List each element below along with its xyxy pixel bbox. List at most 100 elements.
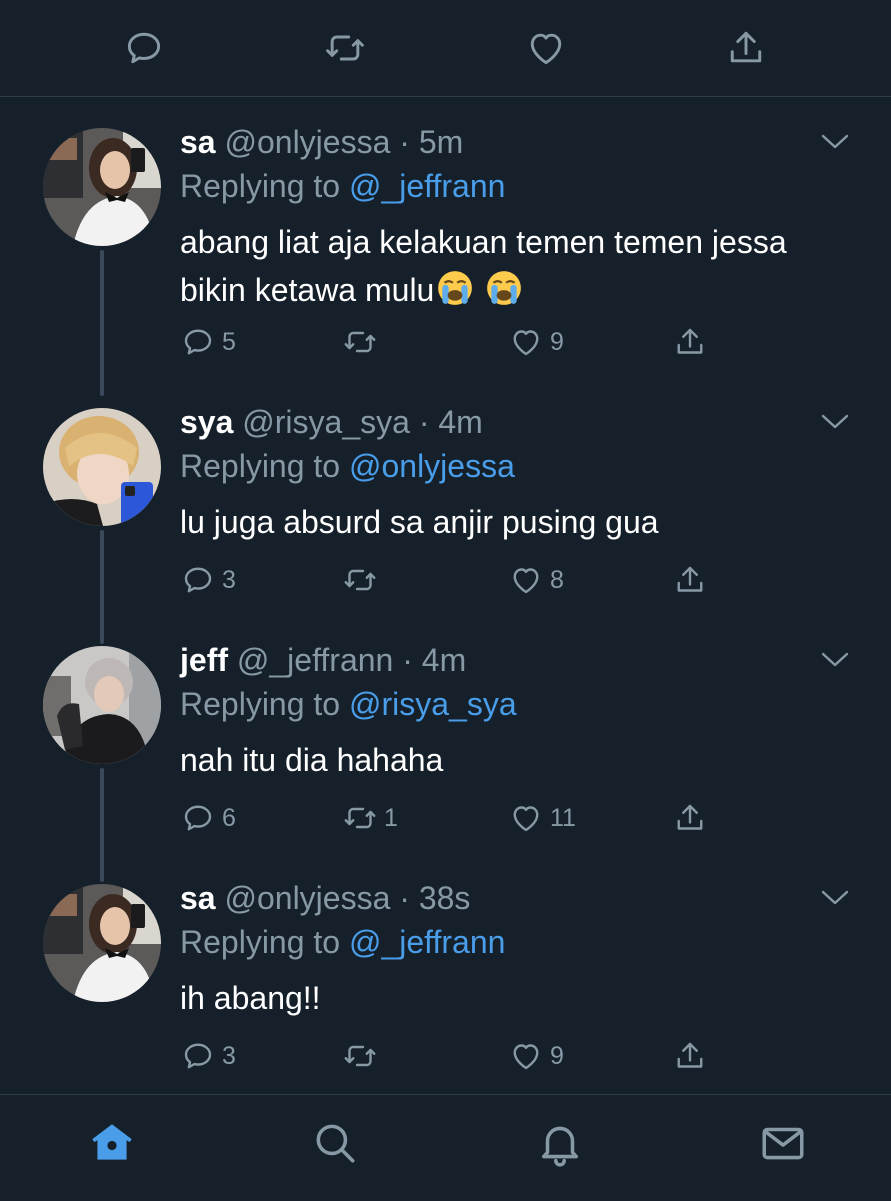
tweet-text: nah itu dia hahaha [180,736,860,784]
retweet-button[interactable]: 1 [342,798,398,838]
chevron-down-icon[interactable] [818,886,852,910]
retweet-icon [342,324,378,360]
separator-dot: · [399,880,410,916]
tweet-actions: 5 9 [180,322,740,362]
thread-line [100,250,104,396]
chevron-down-icon[interactable] [818,130,852,154]
reply-button[interactable]: 5 [180,322,236,362]
like-count: 8 [550,565,564,594]
reply-mention[interactable]: @_jeffrann [349,168,505,204]
reply-count: 3 [222,1041,236,1070]
display-name[interactable]: sa [180,880,216,916]
share-icon [672,800,708,836]
reply-mention[interactable]: @onlyjessa [349,448,515,484]
share-button[interactable] [672,1036,708,1076]
user-handle[interactable]: @risya_sya [242,404,410,440]
share-icon [672,1038,708,1074]
display-name[interactable]: sa [180,124,216,160]
avatar[interactable] [43,128,161,246]
tweet-actions: 3 8 [180,560,740,600]
retweet-icon [342,800,378,836]
tweet-header: sa @onlyjessa · 38s [180,878,470,918]
like-count: 11 [550,803,576,832]
share-button[interactable] [672,560,708,600]
replying-to: Replying to @_jeffrann [180,922,505,962]
search-icon[interactable] [310,1118,360,1168]
retweet-icon [342,1038,378,1074]
notifications-icon[interactable] [535,1118,585,1168]
like-count: 9 [550,1041,564,1070]
retweet-button[interactable] [342,560,384,600]
like-icon [508,562,544,598]
replying-to-label: Replying to [180,168,349,204]
reply-mention[interactable]: @risya_sya [349,686,517,722]
like-icon [508,800,544,836]
user-handle[interactable]: @onlyjessa [224,124,390,160]
share-button[interactable] [672,798,708,838]
timestamp[interactable]: 38s [419,880,471,916]
replying-to: Replying to @risya_sya [180,684,517,724]
reply-count: 6 [222,803,236,832]
tweet-text-content: ih abang!! [180,980,321,1016]
tweet-text-content: nah itu dia hahaha [180,742,444,778]
thread-line [100,768,104,882]
timestamp[interactable]: 4m [438,404,482,440]
retweet-count: 1 [384,803,398,832]
thread-line [100,530,104,644]
chevron-down-icon[interactable] [818,410,852,434]
retweet-button[interactable] [342,322,384,362]
like-icon[interactable] [524,26,568,70]
tweet-actions: 6 1 11 [180,798,740,838]
messages-icon[interactable] [758,1118,808,1168]
bottom-nav-bar [0,1094,891,1201]
replying-to: Replying to @_jeffrann [180,166,505,206]
share-icon[interactable] [724,26,768,70]
replying-to-label: Replying to [180,924,349,960]
tweet[interactable]: sya @risya_sya · 4m Replying to @onlyjes… [0,402,891,644]
replying-to-label: Replying to [180,686,349,722]
loudly-crying-face-emoji [485,269,523,307]
like-button[interactable]: 9 [508,1036,564,1076]
tweet-header: jeff @_jeffrann · 4m [180,640,466,680]
like-button[interactable]: 8 [508,560,564,600]
tweet-text: abang liat aja kelakuan temen temen jess… [180,218,860,314]
reply-button[interactable]: 6 [180,798,236,838]
tweet-text-content: abang liat aja kelakuan temen temen jess… [180,224,787,308]
display-name[interactable]: jeff [180,642,228,678]
share-button[interactable] [672,322,708,362]
display-name[interactable]: sya [180,404,233,440]
share-icon [672,562,708,598]
user-handle[interactable]: @_jeffrann [237,642,393,678]
reply-count: 3 [222,565,236,594]
reply-button[interactable]: 3 [180,1036,236,1076]
timestamp[interactable]: 4m [422,642,466,678]
retweet-button[interactable] [342,1036,384,1076]
replying-to: Replying to @onlyjessa [180,446,515,486]
tweet-actions: 3 9 [180,1036,740,1076]
avatar[interactable] [43,884,161,1002]
tweet-header: sya @risya_sya · 4m [180,402,483,442]
home-icon[interactable] [87,1118,137,1168]
tweet-text: ih abang!! [180,974,860,1022]
avatar[interactable] [43,408,161,526]
retweet-icon[interactable] [323,26,367,70]
like-button[interactable]: 11 [508,798,576,838]
share-icon [672,324,708,360]
timestamp[interactable]: 5m [419,124,463,160]
tweet-text-content: lu juga absurd sa anjir pusing gua [180,504,659,540]
chevron-down-icon[interactable] [818,648,852,672]
reply-mention[interactable]: @_jeffrann [349,924,505,960]
top-action-bar [0,0,891,97]
reply-icon [180,324,216,360]
tweet[interactable]: sa @onlyjessa · 38s Replying to @_jeffra… [0,878,891,1078]
tweet[interactable]: jeff @_jeffrann · 4m Replying to @risya_… [0,640,891,882]
tweet[interactable]: sa @onlyjessa · 5m Replying to @_jeffran… [0,122,891,396]
retweet-icon [342,562,378,598]
avatar[interactable] [43,646,161,764]
like-button[interactable]: 9 [508,322,564,362]
reply-icon[interactable] [122,26,166,70]
user-handle[interactable]: @onlyjessa [224,880,390,916]
reply-button[interactable]: 3 [180,560,236,600]
reply-icon [180,562,216,598]
replying-to-label: Replying to [180,448,349,484]
